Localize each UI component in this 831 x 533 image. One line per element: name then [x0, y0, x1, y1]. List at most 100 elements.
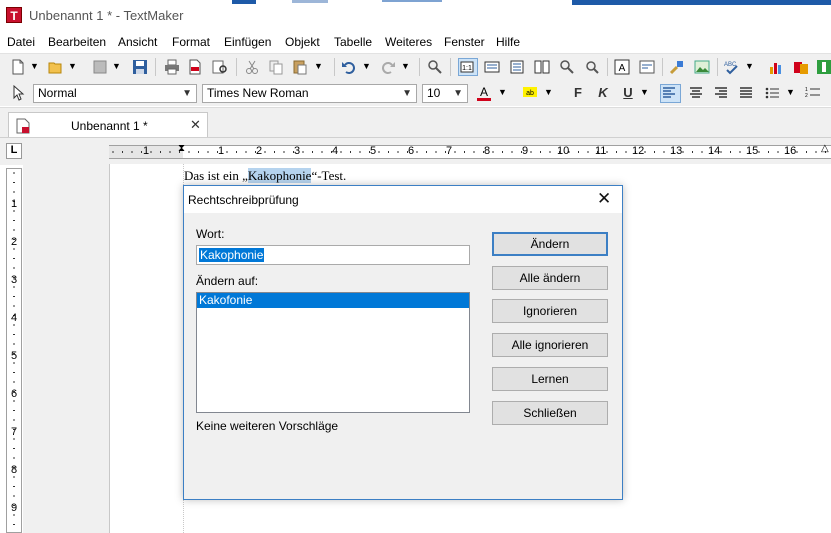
vruler-number: 7	[11, 426, 18, 438]
vruler-number: 6	[11, 388, 18, 400]
open-folder-icon[interactable]	[48, 59, 64, 75]
close-icon[interactable]: ✕	[190, 117, 201, 133]
insert-field-icon[interactable]	[639, 59, 655, 75]
ignore-all-button[interactable]: Alle ignorieren	[492, 333, 608, 357]
word-field[interactable]: Kakophonie	[196, 245, 470, 265]
print-icon[interactable]	[164, 59, 180, 75]
bullet-dropdown-icon[interactable]: ▼	[786, 87, 795, 103]
save-all-dropdown-icon[interactable]: ▼	[112, 61, 121, 77]
suggestion-item[interactable]: Kakofonie	[197, 293, 469, 308]
bold-button[interactable]: F	[570, 85, 586, 101]
redo-icon[interactable]	[380, 59, 396, 75]
vruler-number: 8	[11, 464, 18, 476]
align-center-icon[interactable]	[688, 85, 704, 101]
horizontal-ruler[interactable]: 1 1 2 3 4 5 6 7 8 9 10 11 12 13 14 15 16…	[109, 143, 831, 159]
menu-hilfe[interactable]: Hilfe	[496, 35, 520, 49]
ruler-number: 6	[408, 145, 415, 157]
left-indent-marker-icon[interactable]: ⧗	[178, 143, 185, 154]
toolbar-separator	[334, 58, 335, 76]
page-width-icon[interactable]	[484, 59, 500, 75]
redo-dropdown-icon[interactable]: ▼	[401, 61, 410, 77]
new-doc-dropdown-icon[interactable]: ▼	[30, 61, 39, 77]
cut-icon[interactable]	[244, 59, 260, 75]
change-button[interactable]: Ändern	[492, 232, 608, 256]
dialog-title-bar: Rechtschreibprüfung ✕	[184, 186, 622, 213]
planmaker-icon[interactable]	[816, 59, 831, 75]
undo-icon[interactable]	[341, 59, 357, 75]
pdf-icon[interactable]	[187, 59, 203, 75]
zoom-100-icon[interactable]: 1:1	[458, 58, 478, 76]
svg-text:1:1: 1:1	[462, 65, 472, 72]
svg-text:2: 2	[805, 93, 808, 99]
word-label: Wort:	[196, 227, 225, 241]
underline-dropdown-icon[interactable]: ▼	[640, 87, 649, 103]
copy-icon[interactable]	[268, 59, 284, 75]
print-preview-icon[interactable]	[212, 59, 228, 75]
two-pages-icon[interactable]	[534, 59, 550, 75]
menu-datei[interactable]: Datei	[7, 35, 35, 49]
align-right-icon[interactable]	[713, 85, 729, 101]
zoom-in-icon[interactable]	[559, 59, 575, 75]
pointer-icon[interactable]	[10, 85, 26, 101]
bullet-list-icon[interactable]	[764, 85, 780, 101]
underline-button[interactable]: U	[620, 85, 636, 101]
italic-button[interactable]: K	[595, 85, 611, 101]
spellcheck-icon[interactable]: ABC	[724, 59, 740, 75]
close-icon[interactable]: ✕	[597, 189, 611, 209]
tab-stop-selector[interactable]: L	[6, 143, 22, 159]
menu-format[interactable]: Format	[172, 35, 210, 49]
style-dropdown[interactable]: Normal ▼	[33, 84, 197, 103]
dialog-title: Rechtschreibprüfung	[188, 193, 299, 207]
database-icon[interactable]	[793, 59, 809, 75]
text-frame-icon[interactable]: A	[614, 59, 630, 75]
font-color-icon[interactable]: A	[476, 85, 492, 101]
paste-icon[interactable]	[292, 59, 308, 75]
full-page-icon[interactable]	[509, 59, 525, 75]
menu-weiteres[interactable]: Weiteres	[385, 35, 432, 49]
spellcheck-dropdown-icon[interactable]: ▼	[745, 61, 754, 77]
ruler-number: 2	[256, 145, 263, 157]
ruler-number: 12	[632, 145, 645, 157]
format-painter-icon[interactable]	[669, 59, 685, 75]
ruler-number: 11	[595, 145, 607, 157]
document-text[interactable]: Das ist ein „Kakophonie“-Test.	[184, 168, 346, 184]
highlight-dropdown-icon[interactable]: ▼	[544, 87, 553, 103]
title-bar: T Unbenannt 1 * - TextMaker	[0, 0, 831, 32]
justify-icon[interactable]	[738, 85, 754, 101]
zoom-out-icon[interactable]	[584, 59, 600, 75]
font-size-dropdown[interactable]: 10 ▼	[422, 84, 468, 103]
suggestion-list[interactable]: Kakofonie	[196, 292, 470, 413]
document-tab-strip: Unbenannt 1 * ✕	[0, 107, 831, 138]
menu-fenster[interactable]: Fenster	[444, 35, 485, 49]
font-color-dropdown-icon[interactable]: ▼	[498, 87, 507, 103]
menu-objekt[interactable]: Objekt	[285, 35, 320, 49]
menu-einfuegen[interactable]: Einfügen	[224, 35, 271, 49]
close-button[interactable]: Schließen	[492, 401, 608, 425]
right-indent-marker-icon[interactable]: △	[821, 143, 829, 154]
change-all-button[interactable]: Alle ändern	[492, 266, 608, 290]
window-title: Unbenannt 1 * - TextMaker	[29, 8, 184, 23]
font-dropdown[interactable]: Times New Roman ▼	[202, 84, 417, 103]
undo-dropdown-icon[interactable]: ▼	[362, 61, 371, 77]
save-icon[interactable]	[132, 59, 148, 75]
vertical-ruler[interactable]: 1 2 3 4 5 6 7 8 9	[6, 168, 22, 533]
highlight-icon[interactable]: ab	[522, 85, 538, 101]
ruler-number: 14	[708, 145, 721, 157]
picture-icon[interactable]	[694, 59, 710, 75]
numbered-list-icon[interactable]: 12	[805, 85, 821, 101]
new-doc-icon[interactable]	[10, 59, 26, 75]
chevron-down-icon: ▼	[453, 88, 463, 99]
learn-button[interactable]: Lernen	[492, 367, 608, 391]
chart-icon[interactable]	[768, 59, 784, 75]
tab-document[interactable]: Unbenannt 1 * ✕	[8, 112, 208, 138]
vruler-number: 4	[11, 312, 18, 324]
open-dropdown-icon[interactable]: ▼	[68, 61, 77, 77]
paste-dropdown-icon[interactable]: ▼	[314, 61, 323, 77]
menu-ansicht[interactable]: Ansicht	[118, 35, 157, 49]
ignore-button[interactable]: Ignorieren	[492, 299, 608, 323]
menu-tabelle[interactable]: Tabelle	[334, 35, 372, 49]
menu-bearbeiten[interactable]: Bearbeiten	[48, 35, 106, 49]
save-all-icon[interactable]	[92, 59, 108, 75]
search-icon[interactable]	[427, 59, 443, 75]
align-left-icon[interactable]	[660, 84, 681, 103]
